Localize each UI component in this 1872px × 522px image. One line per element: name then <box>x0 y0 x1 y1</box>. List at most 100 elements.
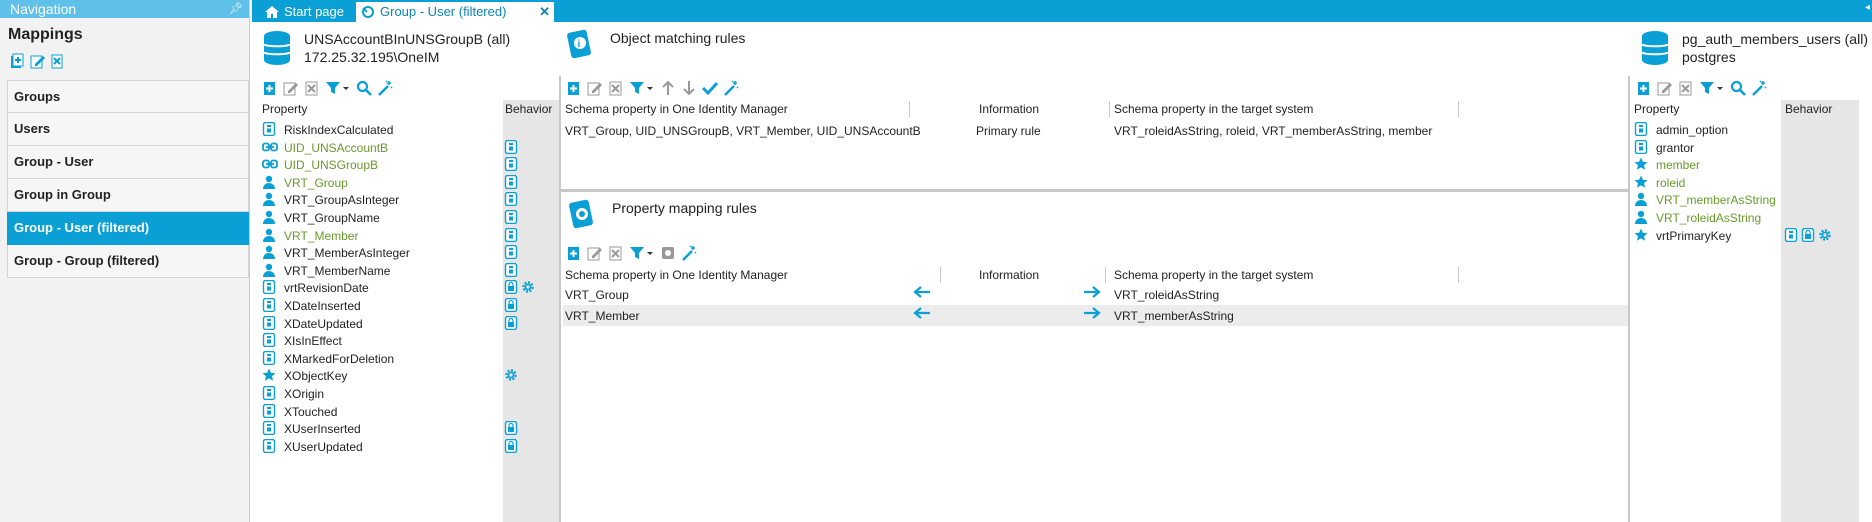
navigation-header: Navigation 📌︎ <box>0 0 249 18</box>
search-icon[interactable] <box>1730 80 1746 96</box>
property-name: VRT_GroupName <box>284 211 380 225</box>
database-icon <box>1640 30 1670 70</box>
magic-wand-icon[interactable] <box>377 80 393 96</box>
filter-icon[interactable] <box>629 80 655 96</box>
matching-col-info: Information <box>979 102 1040 116</box>
property-mapping-icon <box>568 198 598 235</box>
search-icon[interactable] <box>356 80 372 96</box>
matching-toolbar <box>566 78 739 98</box>
tab-start-page-label: Start page <box>284 4 344 19</box>
arrow-right-icon[interactable] <box>1083 306 1101 323</box>
arrow-left-icon[interactable] <box>913 285 931 302</box>
svg-text:i: i <box>578 39 581 50</box>
nav-item-groups[interactable]: Groups <box>7 80 249 113</box>
behavior-lock-icon <box>504 438 518 456</box>
matching-row-info: Primary rule <box>976 124 1041 138</box>
edit-rule-icon[interactable] <box>587 80 603 96</box>
property-row[interactable]: XUserUpdated <box>258 436 560 457</box>
mapping-rows: VRT_Group VRT_roleidAsString VRT_Member VRT… <box>563 284 1628 344</box>
add-property-icon[interactable] <box>262 80 278 96</box>
left-col-behavior: Behavior <box>505 102 553 116</box>
mapping-settings-icon[interactable] <box>660 245 676 261</box>
delete-mapping-icon[interactable] <box>50 53 66 69</box>
add-rule-icon[interactable] <box>566 245 582 261</box>
database-icon <box>262 30 292 70</box>
mapping-row-left: VRT_Member <box>565 309 640 323</box>
mapping-row[interactable]: VRT_Group VRT_roleidAsString <box>563 284 1628 305</box>
arrow-down-icon[interactable] <box>681 80 697 96</box>
matching-col-right: Schema property in the target system <box>1114 102 1314 116</box>
add-rule-icon[interactable] <box>566 80 582 96</box>
right-col-property: Property <box>1634 102 1680 116</box>
property-name: XDateInserted <box>284 299 361 313</box>
filter-icon[interactable] <box>629 245 655 261</box>
column-divider[interactable] <box>1458 267 1459 283</box>
property-name: XObjectKey <box>284 369 348 384</box>
mapping-row[interactable]: VRT_Member VRT_memberAsString <box>563 305 1628 326</box>
tab-start-page[interactable]: Start page <box>260 2 346 22</box>
property-name: UID_UNSAccountB <box>284 140 389 155</box>
magic-wand-icon[interactable] <box>1751 80 1767 96</box>
behavior-gear-icon <box>1818 228 1832 245</box>
close-tab-icon[interactable]: ✕ <box>539 2 550 22</box>
arrow-right-icon[interactable] <box>1083 285 1101 302</box>
nav-item-group-group-filtered[interactable]: Group - Group (filtered) <box>7 245 249 278</box>
edit-rule-icon[interactable] <box>587 245 603 261</box>
nav-item-group-user[interactable]: Group - User <box>7 146 249 179</box>
delete-rule-icon[interactable] <box>608 80 624 96</box>
property-name: grantor <box>1656 140 1695 155</box>
checkmark-icon[interactable] <box>702 80 718 96</box>
property-name: VRT_roleidAsString <box>1656 211 1762 225</box>
horizontal-splitter[interactable] <box>561 189 1629 192</box>
nav-item-group-user-filtered[interactable]: Group - User (filtered) <box>7 212 249 245</box>
mappings-toolbar <box>0 48 249 74</box>
app-root: Navigation 📌︎ Mappings Groups Users Grou… <box>0 0 1872 522</box>
pin-icon[interactable]: 📌︎ <box>229 0 243 18</box>
arrow-left-icon[interactable] <box>913 306 931 323</box>
delete-property-icon[interactable] <box>1678 80 1694 96</box>
column-divider[interactable] <box>1458 101 1459 117</box>
column-divider[interactable] <box>1109 101 1110 117</box>
property-row[interactable]: vrtPrimaryKey <box>1630 225 1866 246</box>
filter-icon[interactable] <box>1699 80 1725 96</box>
right-col-behavior: Behavior <box>1785 102 1833 116</box>
tab-group-user-filtered[interactable]: Group - User (filtered) ✕ <box>356 2 554 22</box>
add-property-icon[interactable] <box>1636 80 1652 96</box>
property-name: XOrigin <box>284 387 325 401</box>
arrow-up-icon[interactable] <box>660 80 676 96</box>
scroll-right-icon[interactable]: ◂ <box>1865 2 1870 13</box>
right-object-connection: postgres <box>1682 49 1736 65</box>
property-name: roleid <box>1656 175 1686 190</box>
matching-row[interactable]: VRT_Group, UID_UNSGroupB, VRT_Member, UI… <box>563 120 1628 141</box>
add-mapping-icon[interactable] <box>10 53 26 69</box>
mapping-col-left: Schema property in One Identity Manager <box>565 268 788 282</box>
edit-property-icon[interactable] <box>1657 80 1673 96</box>
left-object-connection: 172.25.32.195\OneIM <box>304 49 440 65</box>
property-name: RiskIndexCalculated <box>284 123 394 137</box>
magic-wand-icon[interactable] <box>681 245 697 261</box>
column-divider[interactable] <box>1105 267 1106 283</box>
column-divider[interactable] <box>940 267 941 283</box>
delete-rule-icon[interactable] <box>608 245 624 261</box>
sync-icon <box>360 5 376 25</box>
delete-property-icon[interactable] <box>304 80 320 96</box>
property-name: XUserInserted <box>284 422 361 437</box>
mappings-list: Groups Users Group - User Group in Group… <box>7 80 249 278</box>
nav-item-group-in-group[interactable]: Group in Group <box>7 179 249 212</box>
property-name: vrtRevisionDate <box>284 281 369 296</box>
navigation-header-label: Navigation <box>10 1 77 17</box>
right-object-name: pg_auth_members_users (all) <box>1682 31 1868 47</box>
splitter[interactable] <box>559 76 561 522</box>
property-name: member <box>1656 158 1701 173</box>
home-icon <box>264 5 280 25</box>
behavior-column-icon <box>1784 227 1798 245</box>
filter-icon[interactable] <box>325 80 351 96</box>
nav-item-users[interactable]: Users <box>7 113 249 146</box>
edit-property-icon[interactable] <box>283 80 299 96</box>
magic-wand-icon[interactable] <box>723 80 739 96</box>
column-divider[interactable] <box>909 101 910 117</box>
property-name: VRT_GroupAsInteger <box>284 193 400 208</box>
mappings-title: Mappings <box>8 26 83 43</box>
property-name: XDateUpdated <box>284 316 363 331</box>
edit-mapping-icon[interactable] <box>30 53 46 69</box>
